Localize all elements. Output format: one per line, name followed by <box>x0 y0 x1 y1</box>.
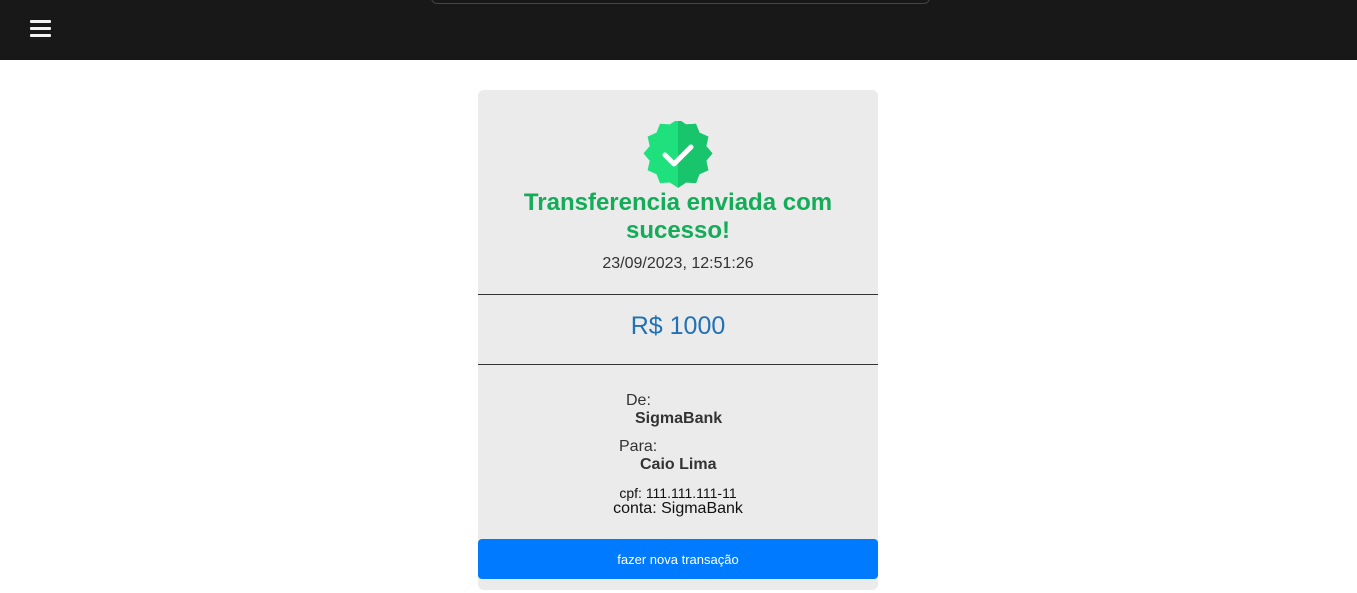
to-label: Para: <box>619 438 658 455</box>
recipient-cpf: cpf: 111.111.111-11 <box>619 485 737 501</box>
to-value: Caio Lima <box>640 456 717 473</box>
divider-top <box>478 294 878 295</box>
transfer-receipt-card: Transferencia enviada com sucesso! 23/09… <box>478 90 878 590</box>
top-navbar <box>0 0 1357 60</box>
menu-bar-top <box>30 20 51 23</box>
from-value: SigmaBank <box>635 410 723 427</box>
success-title-line-2: sucesso! <box>625 217 731 244</box>
transfer-amount: R$ 1000 <box>630 312 726 340</box>
success-title-line-1: Transferencia enviada com <box>523 189 833 216</box>
from-label: De: <box>626 392 651 409</box>
new-transaction-button[interactable]: fazer nova transação <box>478 539 878 579</box>
menu-bar-middle <box>30 27 51 30</box>
recipient-account: conta: SigmaBank <box>613 500 743 517</box>
success-title: Transferencia enviada com sucesso! <box>478 189 878 245</box>
divider-bottom <box>478 364 878 365</box>
verified-check-badge-icon <box>643 121 713 188</box>
hamburger-menu-icon[interactable] <box>30 19 51 39</box>
menu-bar-bottom <box>30 34 51 37</box>
transfer-datetime: 23/09/2023, 12:51:26 <box>602 255 754 272</box>
top-search-field[interactable] <box>431 0 930 4</box>
